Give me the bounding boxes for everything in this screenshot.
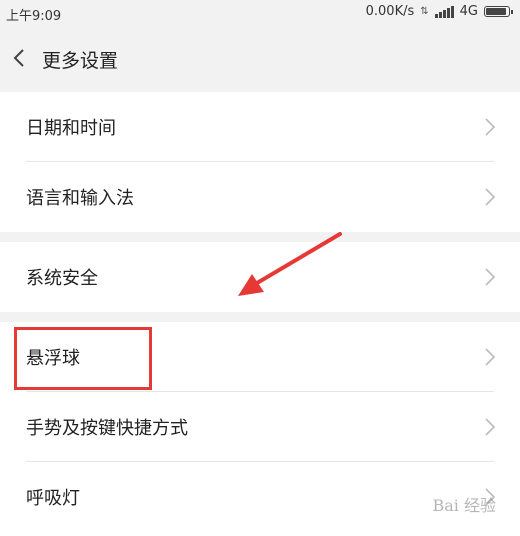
settings-item-label: 日期和时间 [26,118,116,139]
page-title: 更多设置 [42,50,119,72]
watermark: Bai 经验 [432,496,496,515]
highlight-box [14,327,152,390]
status-bar: 上午9:09 0.00K/s ⇅ 4G [0,0,520,26]
battery-icon [484,6,513,17]
status-time: 上午9:09 [6,9,62,24]
status-icons: 0.00K/s ⇅ 4G [365,4,513,19]
chevron-right-icon [485,418,496,436]
header: 更多设置 [0,26,520,90]
signal-icon [434,5,454,18]
chevron-right-icon [485,188,496,206]
settings-item-gesture-shortcuts[interactable]: 手势及按键快捷方式 [0,392,520,462]
settings-item-label: 呼吸灯 [26,488,80,509]
settings-item-label: 系统安全 [26,268,98,289]
chevron-right-icon [485,118,496,136]
red-arrow-annotation [238,232,342,296]
data-transfer-icon: ⇅ [420,5,429,17]
chevron-right-icon [485,268,496,286]
back-arrow-icon[interactable] [8,44,34,72]
settings-item-label: 语言和输入法 [26,188,134,209]
battery-level [486,8,507,15]
settings-group-1: 日期和时间 语言和输入法 [0,92,520,232]
settings-item-language-input[interactable]: 语言和输入法 [0,162,520,232]
chevron-right-icon [485,348,496,366]
settings-item-label: 手势及按键快捷方式 [26,418,188,439]
network-type: 4G [459,4,478,19]
network-speed: 0.00K/s [365,4,415,19]
settings-item-date-time[interactable]: 日期和时间 [0,92,520,162]
